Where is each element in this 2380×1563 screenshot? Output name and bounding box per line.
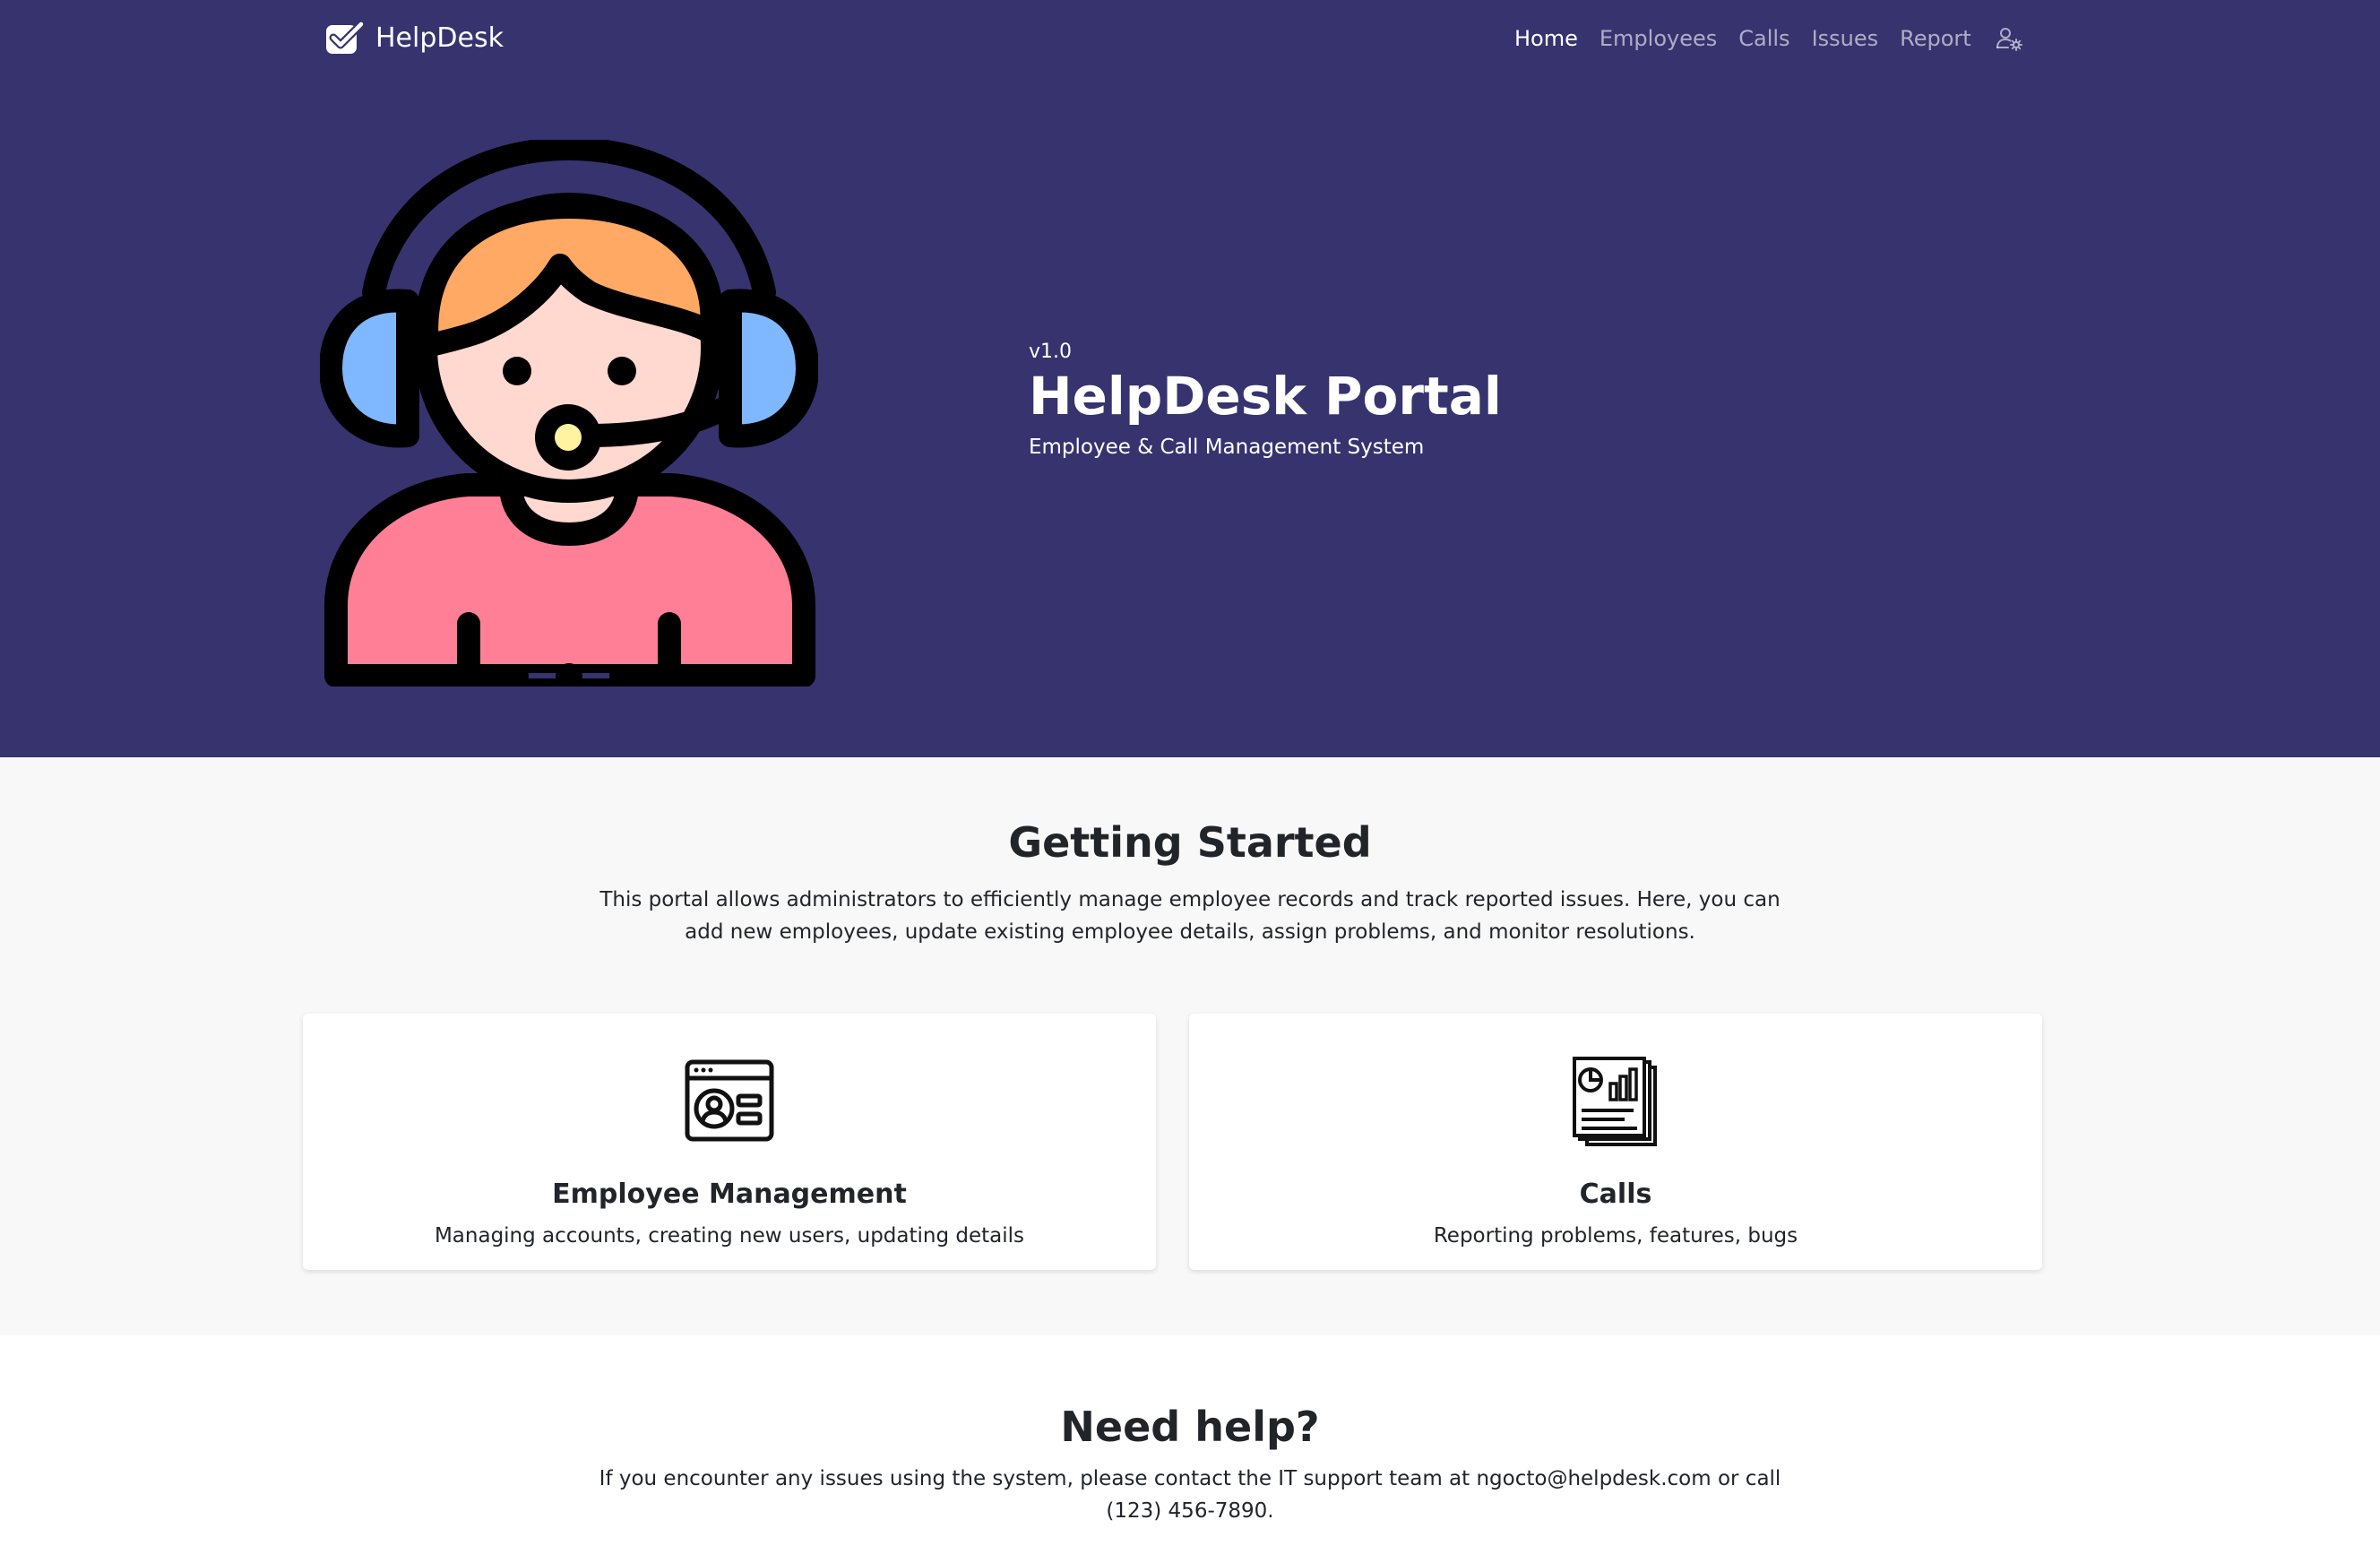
main-nav: Home Employees Calls Issues Report (1514, 20, 2023, 57)
hero-text: v1.0 HelpDesk Portal Employee & Call Man… (1029, 341, 1502, 461)
check-square-icon (323, 21, 365, 56)
help-title: Need help? (1060, 1403, 1320, 1451)
support-agent-illustration (319, 136, 819, 690)
nav-link-issues[interactable]: Issues (1812, 20, 1879, 57)
getting-started-section: Getting Started This portal allows admin… (0, 757, 2380, 1335)
navbar-brand[interactable]: HelpDesk (323, 18, 504, 59)
version-label: v1.0 (1029, 341, 1073, 363)
card-title: Employee Management (552, 1179, 907, 1210)
hero-subtitle: Employee & Call Management System (1029, 436, 1425, 459)
getting-started-title: Getting Started (1008, 818, 1372, 867)
card-title: Calls (1579, 1179, 1652, 1210)
employee-management-card[interactable]: Employee Management Managing accounts, c… (303, 1014, 1156, 1270)
getting-started-description: This portal allows administrators to eff… (599, 888, 1781, 944)
nav-link-report[interactable]: Report (1900, 20, 1971, 57)
hero-section: HelpDesk Home Employees Calls Issues Rep… (0, 0, 2380, 757)
help-section: Need help? If you encounter any issues u… (0, 1335, 2380, 1563)
nav-link-employees[interactable]: Employees (1600, 20, 1717, 57)
help-description: If you encounter any issues using the sy… (599, 1467, 1781, 1523)
employee-id-card-icon (685, 1057, 774, 1146)
report-chart-document-icon (1571, 1057, 1660, 1146)
nav-link-calls[interactable]: Calls (1738, 20, 1789, 57)
nav-link-home[interactable]: Home (1514, 20, 1578, 57)
card-text: Managing accounts, creating new users, u… (434, 1224, 1025, 1248)
brand-label: HelpDesk (375, 22, 504, 54)
hero-title: HelpDesk Portal (1029, 366, 1502, 427)
user-settings-icon[interactable] (1995, 24, 2023, 53)
calls-card[interactable]: Calls Reporting problems, features, bugs (1189, 1014, 2042, 1270)
card-text: Reporting problems, features, bugs (1433, 1224, 1798, 1248)
